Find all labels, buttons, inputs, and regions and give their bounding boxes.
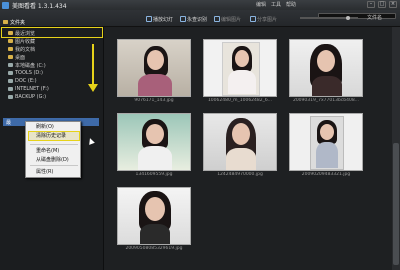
window-controls: – □ × (367, 1, 397, 8)
sidebar-item-drive-c[interactable]: 本地磁盘 (C:) (8, 61, 46, 69)
vertical-scrollbar[interactable] (392, 27, 400, 270)
folder-icon (8, 55, 13, 59)
thumbnail-item[interactable]: 20090319_7x77013bcb408... (289, 39, 363, 103)
selected-row-label: 最 (6, 120, 12, 126)
thumbnail-item[interactable]: 1242484970000.jpg (203, 113, 277, 177)
fullscreen-button[interactable]: 永查识别 (180, 15, 207, 23)
sidebar-item-recent[interactable]: 最近浏览 (8, 29, 35, 37)
thumbnail-caption: 1341609559.jpg (135, 172, 173, 177)
thumbnail-image[interactable] (289, 113, 363, 171)
thumbnail-caption: 9076171_143.jpg (134, 98, 174, 103)
fullscreen-label: 永查识别 (187, 16, 208, 23)
thumbnail-image[interactable] (117, 187, 191, 245)
drive-icon (8, 71, 13, 75)
sidebar-item-favorites[interactable]: 图片收藏 (8, 37, 35, 45)
sidebar-item-drive-f[interactable]: INTELNET (F:) (8, 85, 49, 93)
menu-edit[interactable]: 编辑 (256, 1, 266, 8)
window-title: 美图看看 1.3.1.434 (12, 2, 67, 10)
ctx-properties[interactable]: 属性(R) (36, 168, 53, 176)
share-label: 分享图片 (257, 16, 278, 23)
thumbnail-image[interactable] (203, 39, 277, 97)
slideshow-label: 播放幻灯 (153, 16, 174, 23)
app-logo-icon (2, 1, 9, 9)
scrollbar-thumb[interactable] (393, 143, 399, 265)
folder-icon (8, 31, 13, 35)
drive-icon (8, 63, 13, 67)
minimize-button[interactable]: – (367, 1, 375, 8)
menu-bar: 编辑 工具 帮助 (256, 1, 296, 8)
sidebar-item-documents[interactable]: 我的文档 (8, 45, 35, 53)
thumbnail-item[interactable]: 10062480_m_10062482_6... (203, 39, 277, 103)
drive-icon (8, 87, 13, 91)
thumbnail-image[interactable] (203, 113, 277, 171)
ctx-separator (30, 144, 78, 145)
sort-dropdown[interactable]: 文件名 (367, 14, 382, 21)
thumbnail-image[interactable] (117, 39, 191, 97)
slideshow-button[interactable]: 播放幻灯 (146, 15, 173, 23)
fullscreen-icon (180, 16, 186, 22)
menu-tools[interactable]: 工具 (271, 1, 281, 8)
ctx-rename[interactable]: 重命名(M) (36, 147, 59, 155)
thumbnail-grid: 9076171_143.jpg 10062480_m_10062482_6...… (105, 27, 392, 270)
ctx-refresh[interactable]: 刷新(O) (36, 123, 54, 131)
maximize-button[interactable]: □ (378, 1, 386, 8)
context-menu: 刷新(O) 清除历史记录 重命名(M) 从磁盘删除(D) 属性(R) (25, 121, 81, 178)
annotation-arrow-line (92, 44, 94, 86)
folder-icon (8, 39, 13, 43)
menu-help[interactable]: 帮助 (286, 1, 296, 8)
share-button[interactable]: 分享图片 (250, 15, 277, 23)
ctx-clear-history[interactable]: 清除历史记录 (36, 132, 66, 140)
thumbnail-caption: 10062480_m_10062482_6... (207, 98, 273, 103)
sidebar-item-desktop[interactable]: 桌面 (8, 53, 25, 61)
folder-icon (3, 20, 8, 24)
thumbnail-item[interactable]: 20090508085329619.jpg (117, 187, 191, 251)
close-button[interactable]: × (389, 1, 397, 8)
sidebar-item-drive-e[interactable]: DOC (E:) (8, 77, 37, 85)
thumbnail-image[interactable] (289, 39, 363, 97)
drive-icon (8, 79, 13, 83)
thumbnail-caption: 20090209483321.jpg (301, 172, 351, 177)
sidebar-item-drive-g[interactable]: BACKUP (G:) (8, 93, 46, 101)
thumbnail-item[interactable]: 1341609559.jpg (117, 113, 191, 177)
thumbnail-caption: 20090508085329619.jpg (125, 246, 183, 251)
title-bar: 美图看看 1.3.1.434 编辑 工具 帮助 – □ × (0, 0, 400, 10)
thumbnail-image[interactable] (117, 113, 191, 171)
thumbnail-caption: 1242484970000.jpg (217, 172, 263, 177)
ctx-separator (30, 165, 78, 166)
folder-icon (8, 47, 13, 51)
annotation-arrow-head-icon (88, 84, 98, 92)
edit-icon (214, 16, 220, 22)
thumbnail-caption: 20090319_7x77013bcb408... (292, 98, 360, 103)
edit-image-button[interactable]: 编辑图片 (214, 15, 241, 23)
thumbnail-item[interactable]: 20090209483321.jpg (289, 113, 363, 177)
ctx-delete[interactable]: 从磁盘删除(D) (36, 156, 69, 164)
zoom-knob[interactable] (346, 16, 350, 20)
sidebar-item-folders-root[interactable]: 文件夹 (3, 18, 25, 26)
drive-icon (8, 95, 13, 99)
sidebar-item-drive-d[interactable]: TOOLS (D:) (8, 69, 43, 77)
edit-label: 编辑图片 (221, 16, 242, 23)
slideshow-icon (146, 16, 152, 22)
zoom-slider[interactable] (300, 16, 358, 20)
thumbnail-item[interactable]: 9076171_143.jpg (117, 39, 191, 103)
share-icon (250, 16, 256, 22)
